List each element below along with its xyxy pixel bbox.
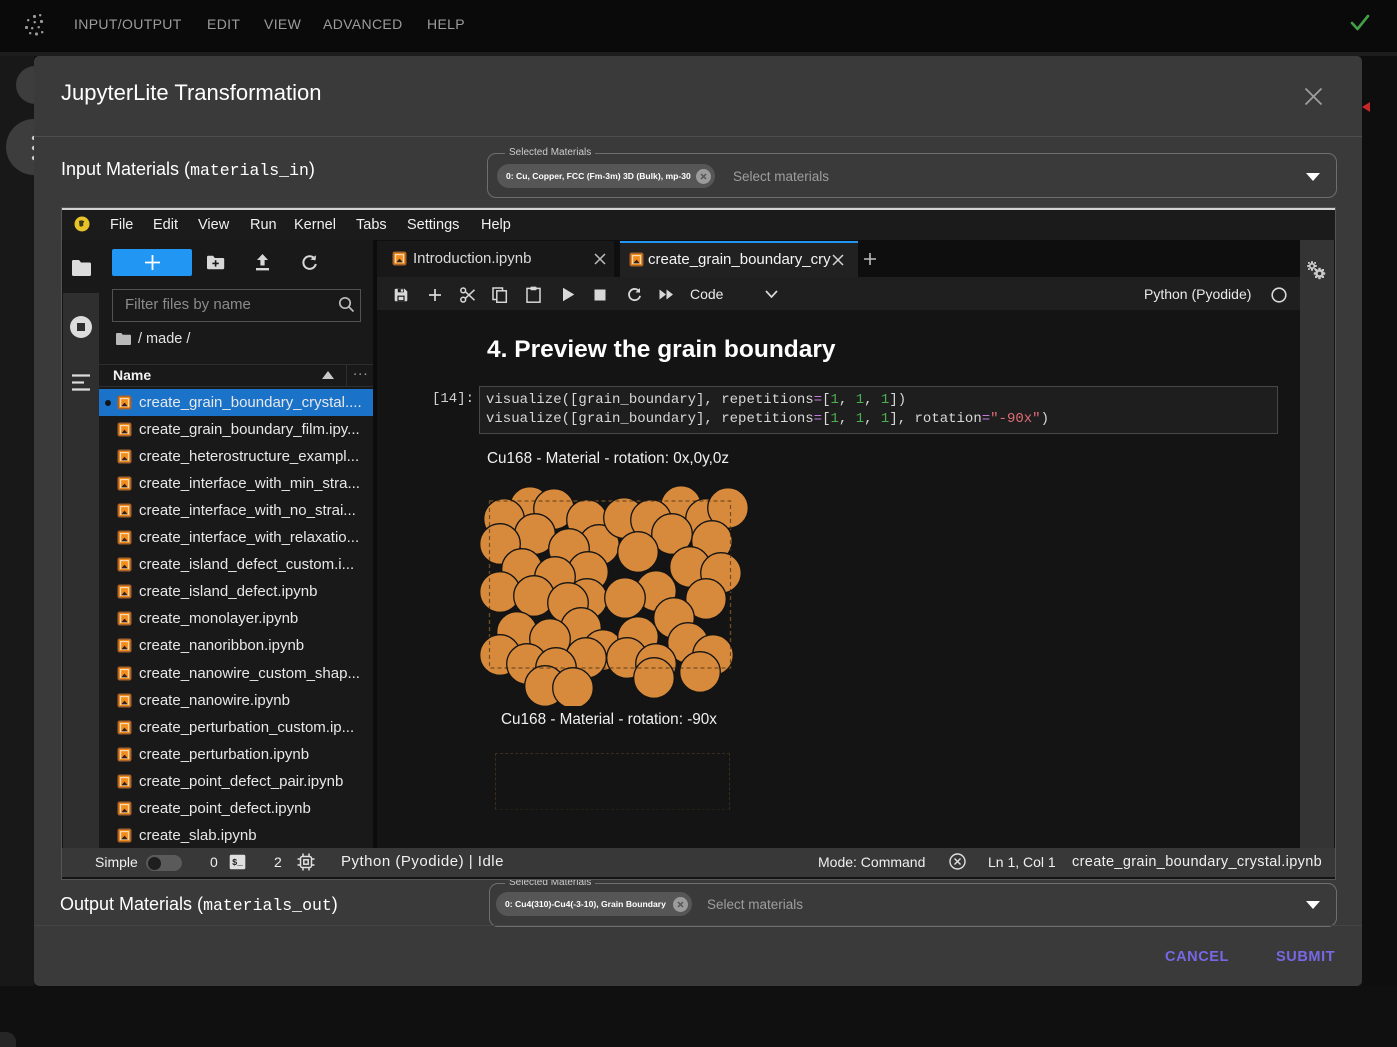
svg-text:$_: $_ bbox=[232, 858, 243, 868]
